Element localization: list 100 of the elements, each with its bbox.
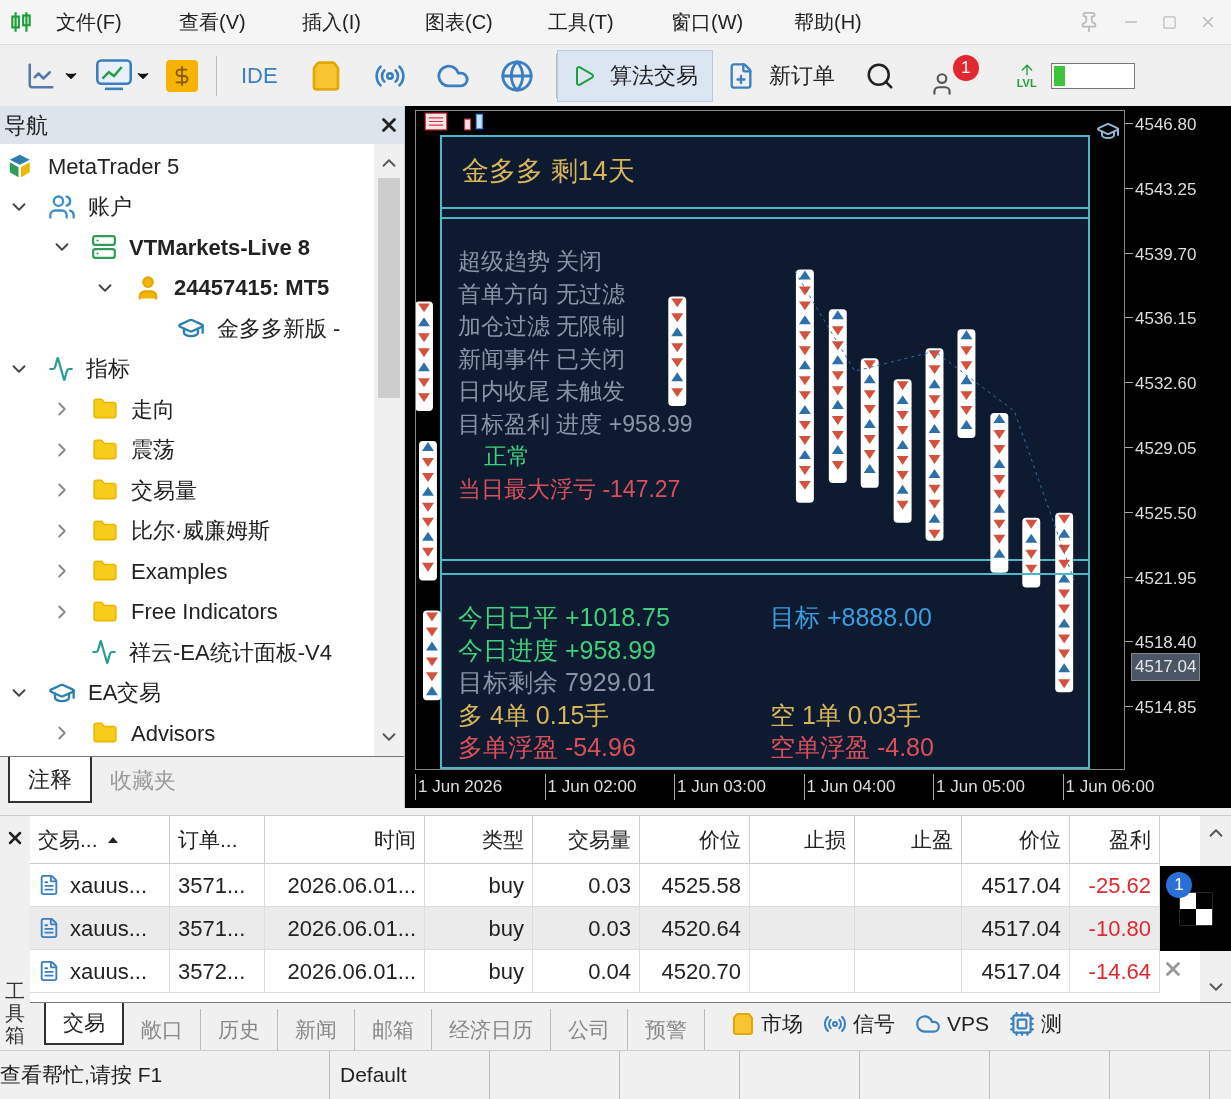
table-cell-text: 2026.06.01... [287,957,416,986]
column-header[interactable]: 交易... [30,816,170,863]
status-line: 日内收尾 未触发 [458,377,627,406]
time-label: 1 Jun 03:00 [674,774,804,800]
new-order-button[interactable]: 新订单 [712,49,849,102]
table-cell-text: 4525.58 [661,871,741,900]
document-icon [38,915,60,941]
service-button[interactable]: VPS [915,1008,990,1040]
column-header[interactable]: 订单... [170,816,265,863]
price-label: 4525.50 [1135,502,1197,525]
tree-item[interactable]: 指标 [86,352,130,386]
dollar-icon[interactable] [166,59,198,92]
menu-item[interactable]: 帮助(H) [794,7,917,37]
tree-item[interactable]: Free Indicators [131,595,278,629]
indicator-icon [48,355,74,382]
summary-line: 今日已平 +1018.75 [458,602,671,633]
table-cell-text: buy [488,914,524,943]
column-header[interactable]: 止盈 [855,816,962,863]
service-button[interactable]: 信号 [823,1008,895,1040]
column-header[interactable]: 类型 [425,816,533,863]
indicator-icon [91,639,117,666]
price-label: 4532.60 [1135,373,1197,396]
table-cell-text: xauus... [70,914,148,943]
panel-tab[interactable]: 注释 [8,757,92,803]
table-cell-text: 0.03 [588,914,631,943]
price-label: 4521.95 [1135,567,1197,590]
menu-item[interactable]: 查看(V) [179,7,302,37]
summary-line: 多 4单 0.15手 [458,699,611,731]
menu-item[interactable]: 窗口(W) [671,7,794,37]
algo-trading-button[interactable]: 算法交易 [556,49,713,102]
summary-line: 多单浮盈 -54.96 [458,732,637,763]
table-cell-text: 3571... [178,871,246,900]
service-button[interactable]: 市场 [731,1008,803,1040]
document-icon [38,958,60,984]
tree-item[interactable]: MetaTrader 5 [48,149,180,183]
chip-icon [1009,1011,1036,1037]
list-icon[interactable] [424,112,448,131]
tree-item[interactable]: VTMarkets-Live 8 [129,230,310,264]
panel-title: 金多多 剩14天 [462,156,635,186]
notification-widget[interactable]: 1 [1160,866,1231,951]
time-label: 1 Jun 2026 [415,774,545,800]
tree-item[interactable]: 震荡 [131,433,175,467]
notification-badge: 1 [1166,872,1192,898]
menu-item[interactable]: 图表(C) [425,7,548,37]
table-cell-text: 3572... [178,957,246,986]
price-label: 4543.25 [1135,178,1197,201]
tree-item[interactable]: 交易量 [131,473,197,507]
status-line: 当日最大浮亏 -147.27 [458,474,682,504]
column-header[interactable]: 盈利 [1070,816,1160,863]
status-line: 目标盈利 进度 +958.99 [458,409,694,439]
tree-item[interactable]: 走向 [131,392,175,426]
table-cell-text: 4517.04 [981,871,1061,900]
table-cell-text: 4520.64 [661,914,741,943]
column-header[interactable]: 止损 [750,816,855,863]
tree-item[interactable]: 金多多新版 - [217,311,341,345]
toolbox-side-label: 工具箱 [5,980,25,1046]
tree-item[interactable]: 账户 [88,190,132,224]
table-cell-text: xauus... [70,957,148,986]
table-cell-text: 0.03 [588,871,631,900]
toolbox-tab[interactable]: 交易 [44,1003,124,1045]
table-row[interactable]: xauus... 3572... 2026.06.01... buy 0.04 4520.70 4517.04 -14.64 [30,950,1160,993]
menu-item[interactable]: 文件(F) [56,7,179,37]
table-row[interactable]: xauus... 3571... 2026.06.01... buy 0.03 4520.64 4517.04 -10.80 [30,907,1160,950]
notification-badge: 1 [952,54,979,81]
service-button[interactable]: 测 [1009,1008,1063,1040]
summary-line: 空 1单 0.03手 [770,699,922,731]
table-cell-text: 2026.06.01... [287,914,416,943]
table-cell-text: -10.80 [1088,914,1151,943]
time-label: 1 Jun 05:00 [933,774,1063,800]
tree-item[interactable]: EA交易 [88,676,162,710]
tree-item[interactable]: 比尔·威廉姆斯 [131,514,271,548]
chart-type-icon[interactable] [462,112,486,131]
grid-icon [1177,890,1214,927]
table-cell-text: -14.64 [1088,957,1151,986]
tree-item[interactable]: Examples [131,554,228,588]
status-cell: 查看帮忙,请按 F1 [0,1051,330,1099]
column-header[interactable]: 时间 [265,816,425,863]
table-cell-text: 4520.70 [661,957,741,986]
scrollbar[interactable] [374,144,404,756]
price-label: 4514.85 [1135,697,1197,720]
price-label: 4536.15 [1135,308,1197,331]
column-header[interactable]: 交易量 [533,816,640,863]
ide-button[interactable]: IDE [235,59,284,92]
server-icon [91,234,117,261]
menu-item[interactable]: 插入(I) [302,7,425,37]
table-cell-text: 2026.06.01... [287,871,416,900]
price-label: 4546.80 [1135,114,1197,136]
status-line: 超级趋势 关闭 [458,247,604,276]
column-header[interactable]: 价位 [640,816,750,863]
menu-item[interactable]: 工具(T) [548,7,671,37]
table-cell-text: 3571... [178,914,246,943]
time-label: 1 Jun 04:00 [803,774,933,800]
tree-item[interactable]: 24457415: MT5 [174,271,330,305]
table-cell-text: -25.62 [1088,871,1151,900]
price-label: 4529.05 [1135,438,1197,460]
table-row[interactable]: xauus... 3571... 2026.06.01... buy 0.03 4525.58 4517.04 -25.62 [30,864,1160,907]
table-cell-text: 4517.04 [981,957,1061,986]
tree-item[interactable]: 祥云-EA统计面板-V4 [129,635,332,669]
column-header[interactable]: 价位 [962,816,1070,863]
tree-item[interactable]: Advisors [131,716,216,750]
